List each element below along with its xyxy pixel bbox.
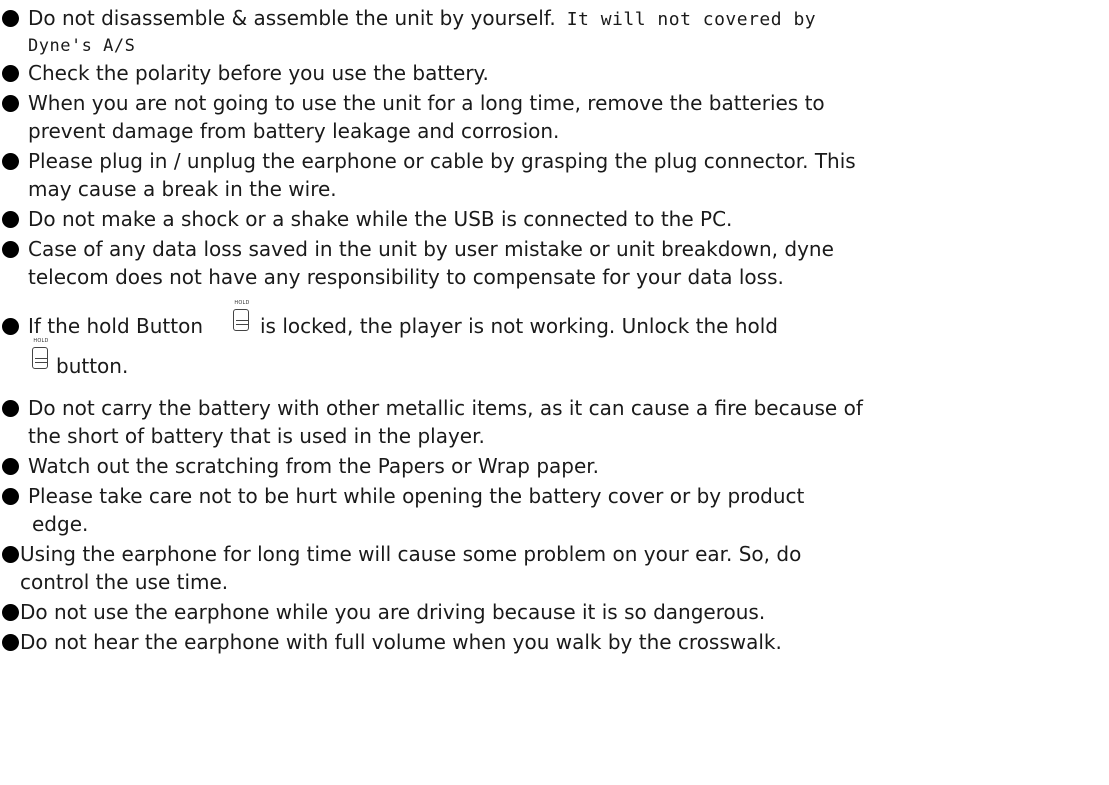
bullet-icon [2, 634, 19, 651]
precaution-line: Do not carry the battery with other meta… [28, 396, 863, 420]
precaution-line: Please plug in / unplug the earphone or … [28, 149, 856, 173]
bullet-icon [2, 95, 19, 112]
precaution-line: Watch out the scratching from the Papers… [28, 454, 600, 478]
bullet-icon [2, 241, 19, 258]
bullet-icon [2, 153, 19, 170]
bullet-icon [2, 10, 19, 27]
precaution-line: When you are not going to use the unit f… [28, 91, 825, 115]
bullet-icon [2, 211, 19, 228]
precaution-line: the short of battery that is used in the… [28, 424, 485, 448]
precaution-line: prevent damage from battery leakage and … [28, 119, 560, 143]
precaution-line: Do not use the earphone while you are dr… [20, 600, 766, 624]
bullet-icon [2, 546, 19, 563]
bullet-icon [2, 488, 19, 505]
precautions-page: Do not disassemble & assemble the unit b… [0, 0, 1109, 785]
precaution-line: Do not disassemble & assemble the unit b… [28, 6, 817, 30]
precaution-line: Please take care not to be hurt while op… [28, 484, 805, 508]
bullet-icon [2, 604, 19, 621]
precaution-line: may cause a break in the wire. [28, 177, 337, 201]
hold-button-icon: HOLD [231, 300, 253, 334]
precaution-line: telecom does not have any responsibility… [28, 265, 784, 289]
bullet-icon [2, 400, 19, 417]
precaution-line: Check the polarity before you use the ba… [28, 61, 489, 85]
precaution-line: Using the earphone for long time will ca… [20, 542, 802, 566]
precaution-line: Do not hear the earphone with full volum… [20, 630, 782, 654]
precaution-line: edge. [32, 512, 89, 536]
precaution-line: If the hold Button [28, 314, 203, 338]
precaution-line: Case of any data loss saved in the unit … [28, 237, 834, 261]
precaution-line: is locked, the player is not working. Un… [260, 314, 778, 338]
precaution-line: Dyne's A/S [28, 36, 136, 56]
precaution-line: control the use time. [20, 570, 229, 594]
bullet-icon [2, 458, 19, 475]
bullet-icon [2, 318, 19, 335]
hold-button-icon: HOLD [30, 338, 52, 372]
precaution-item: If the hold Button HOLD is locked, the p… [0, 300, 1098, 380]
precaution-line: Do not make a shock or a shake while the… [28, 207, 733, 231]
precaution-line: button. [56, 354, 129, 378]
bullet-icon [2, 65, 19, 82]
